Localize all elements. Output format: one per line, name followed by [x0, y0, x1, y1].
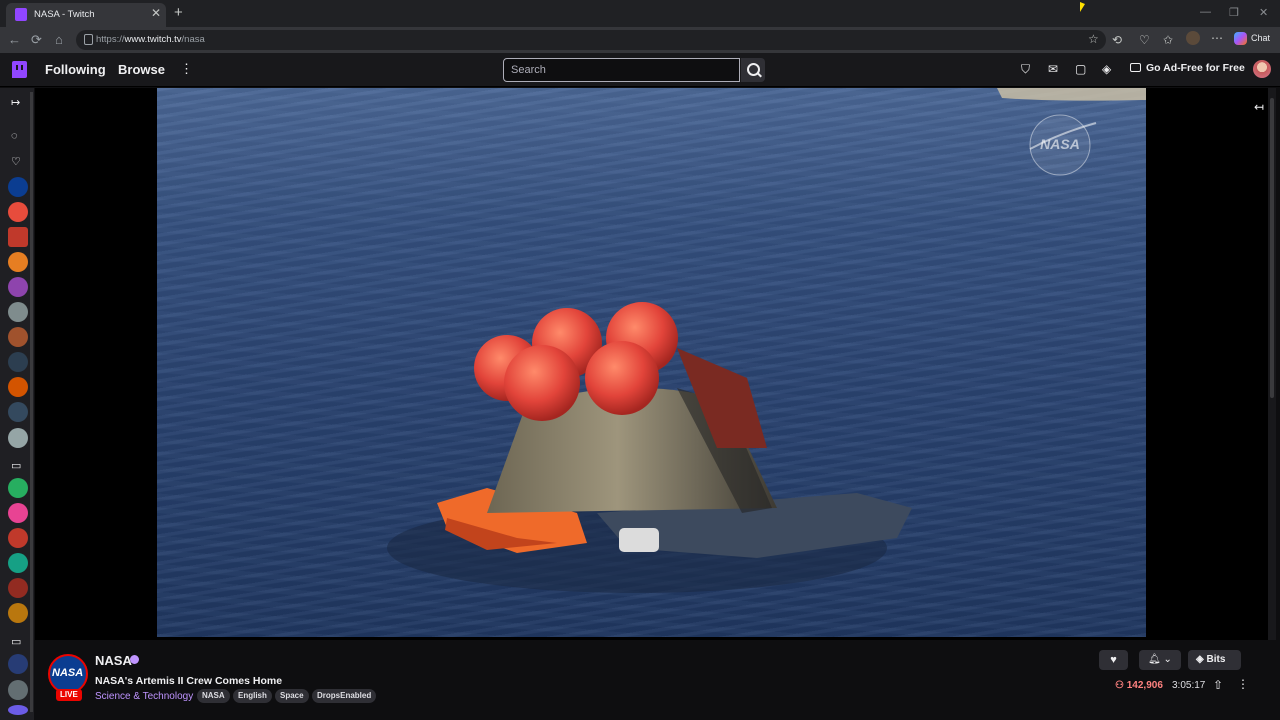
browser-tab-title: NASA - Twitch: [34, 9, 95, 20]
sidebar-channel-avatar[interactable]: [8, 478, 28, 498]
sidebar-channel-avatar[interactable]: [8, 252, 28, 272]
prime-loot-icon[interactable]: ⛉: [1021, 62, 1030, 77]
address-bar[interactable]: https://www.twitch.tv/nasa ☆: [76, 30, 1106, 50]
notifications-button[interactable]: 🔔︎ ⌄: [1139, 650, 1181, 670]
favorites-icon[interactable]: ✩: [1163, 33, 1173, 47]
channel-name[interactable]: NASA: [95, 653, 132, 668]
window-close-icon[interactable]: ✕: [1259, 6, 1268, 19]
verified-badge-icon: [130, 655, 139, 664]
sidebar-channel-avatar[interactable]: [8, 277, 28, 297]
minimize-icon[interactable]: —: [1200, 6, 1211, 18]
extensions-icon[interactable]: ⟲: [1112, 33, 1122, 47]
more-menu-icon[interactable]: ⋮: [180, 61, 193, 77]
new-tab-icon[interactable]: +: [174, 4, 183, 21]
sidebar-video-icon[interactable]: ▭: [11, 635, 21, 648]
sidebar-channel-avatar[interactable]: [8, 377, 28, 397]
mouse-cursor-icon: [1080, 2, 1085, 12]
sidebar-channel-avatar[interactable]: [8, 578, 28, 598]
twitch-logo-icon[interactable]: [12, 61, 27, 78]
sidebar-channel-avatar[interactable]: [8, 528, 28, 548]
category-link[interactable]: Science & Technology: [95, 691, 193, 702]
follow-heart-button[interactable]: ♥: [1099, 650, 1128, 670]
sidebar-channel-avatar[interactable]: [8, 603, 28, 623]
inbox-icon[interactable]: ✉: [1048, 62, 1058, 76]
reload-icon[interactable]: ⟳: [31, 32, 42, 48]
followed-channels-sidebar: ↦ ◌ ♡ ▭ ▭: [0, 88, 34, 720]
stream-title: NASA's Artemis II Crew Comes Home: [95, 675, 283, 687]
sidebar-channel-avatar[interactable]: [8, 302, 28, 322]
video-stage: NASA: [35, 88, 1268, 640]
sidebar-channel-avatar[interactable]: [8, 705, 28, 715]
bits-gem-icon: ◈: [1196, 654, 1204, 665]
tag-dropsenabled[interactable]: DropsEnabled: [312, 689, 377, 703]
bell-icon: 🔔︎: [1148, 654, 1161, 665]
tag-english[interactable]: English: [233, 689, 272, 703]
home-icon[interactable]: ⌂: [55, 32, 63, 47]
url-text: https://www.twitch.tv/nasa: [96, 34, 205, 45]
more-options-icon[interactable]: ⋮: [1237, 677, 1249, 691]
sidebar-scrollbar[interactable]: [30, 92, 33, 712]
live-badge: LIVE: [56, 689, 82, 701]
sidebar-channel-avatar[interactable]: [8, 202, 28, 222]
browse-link[interactable]: Browse: [118, 62, 165, 77]
go-ad-free-button[interactable]: Go Ad-Free for Free: [1130, 62, 1245, 74]
browser-tab[interactable]: NASA - Twitch ✕: [6, 3, 166, 27]
recommended-icon[interactable]: ◌: [11, 130, 18, 142]
sidebar-video-icon[interactable]: ▭: [11, 459, 21, 472]
browser-toolbar: ← ⟳ ⌂ https://www.twitch.tv/nasa ☆ ⟲ ♡ ✩…: [0, 27, 1280, 53]
sidebar-channel-avatar[interactable]: [8, 680, 28, 700]
video-player[interactable]: NASA: [157, 88, 1146, 637]
browser-tab-bar: NASA - Twitch ✕ + — ❐ ✕: [0, 0, 1280, 27]
followed-heart-icon[interactable]: ♡: [11, 155, 21, 168]
close-tab-icon[interactable]: ✕: [151, 6, 161, 20]
bits-icon[interactable]: ◈: [1102, 62, 1111, 76]
bits-button[interactable]: ◈ Bits: [1188, 650, 1241, 670]
sidebar-channel-avatar[interactable]: [8, 428, 28, 448]
copilot-chat-button[interactable]: Chat: [1234, 32, 1270, 45]
twitch-top-nav: Following Browse ⋮ ⛉ ✉ ▢ ◈ Go Ad-Free fo…: [0, 53, 1280, 87]
sidebar-channel-avatar[interactable]: [8, 352, 28, 372]
back-icon[interactable]: ←: [8, 32, 21, 47]
expand-chat-icon[interactable]: ↤: [1254, 100, 1264, 114]
copilot-icon: [1234, 32, 1247, 45]
sidebar-channel-avatar[interactable]: [8, 177, 28, 197]
tag-nasa[interactable]: NASA: [197, 689, 230, 703]
sidebar-channel-avatar[interactable]: [8, 654, 28, 674]
sidebar-channel-avatar[interactable]: [8, 227, 28, 247]
search-input[interactable]: [503, 58, 740, 82]
ad-free-icon: [1130, 63, 1141, 72]
sidebar-channel-avatar[interactable]: [8, 503, 28, 523]
sidebar-channel-avatar[interactable]: [8, 553, 28, 573]
browser-menu-icon[interactable]: ⋯: [1211, 31, 1223, 45]
following-link[interactable]: Following: [45, 62, 106, 77]
lock-icon: [84, 34, 93, 45]
nasa-watermark-text: NASA: [1040, 136, 1080, 152]
share-icon[interactable]: ⇧: [1213, 678, 1223, 692]
whispers-icon[interactable]: ▢: [1075, 62, 1086, 76]
user-avatar[interactable]: [1253, 60, 1271, 78]
twitch-favicon-icon: [15, 8, 27, 21]
page-scrollbar[interactable]: [1268, 88, 1276, 640]
viewer-count: ⚇ 142,906: [1115, 680, 1163, 691]
search-button[interactable]: [741, 58, 765, 82]
sidebar-channel-avatar[interactable]: [8, 327, 28, 347]
sidebar-channel-avatar[interactable]: [8, 402, 28, 422]
browser-essentials-icon[interactable]: ♡: [1139, 33, 1150, 47]
video-frame-image: NASA: [387, 88, 1146, 593]
chevron-down-icon: ⌄: [1163, 654, 1172, 665]
maximize-icon[interactable]: ❐: [1229, 6, 1239, 19]
expand-sidebar-icon[interactable]: ↦: [11, 96, 20, 109]
profile-avatar[interactable]: [1186, 31, 1200, 45]
favorite-star-icon[interactable]: ☆: [1088, 32, 1099, 46]
stream-uptime: 3:05:17: [1172, 680, 1206, 691]
channel-avatar[interactable]: NASA: [48, 654, 88, 694]
tag-space[interactable]: Space: [275, 689, 309, 703]
viewers-person-icon: ⚇: [1115, 680, 1124, 691]
